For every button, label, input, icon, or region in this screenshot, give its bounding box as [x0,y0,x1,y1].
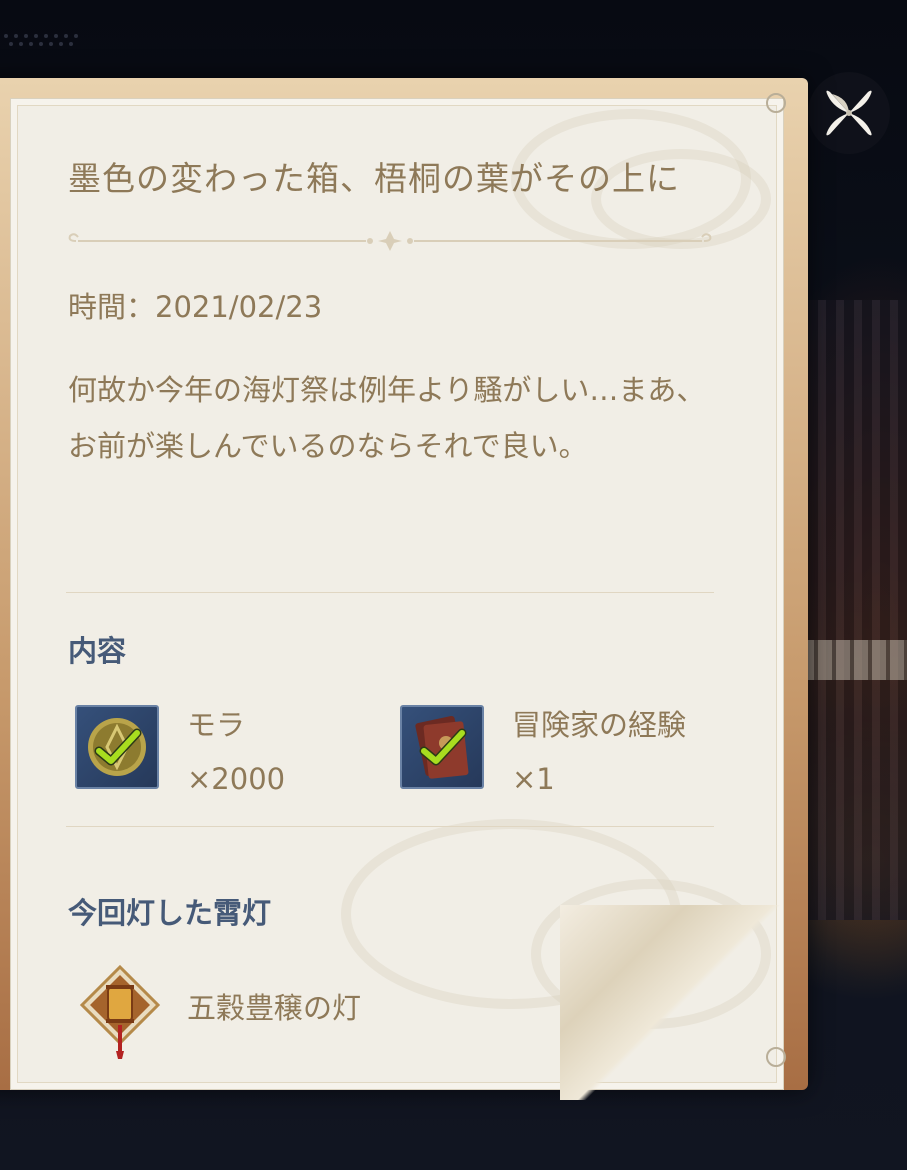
decorative-dots [4,34,78,46]
reward-quantity-adventure-exp: ×1 [512,762,555,796]
letter-message: 何故か今年の海灯祭は例年より騒がしい…まあ、お前が楽しんでいるのならそれで良い。 [68,373,706,463]
reward-item-mora[interactable] [75,705,159,789]
reward-name-mora: モラ [187,708,246,742]
close-icon [826,90,872,136]
title-divider-ornament [68,231,712,251]
corner-ornament [766,1047,786,1067]
reward-item-adventure-exp[interactable] [400,705,484,789]
reward-name-adventure-exp: 冒険家の経験 [512,708,687,742]
lantern-item[interactable] [78,964,162,1061]
lantern-heading: 今回灯した霄灯 [68,896,272,930]
section-divider [66,592,714,593]
letter-time: 時間：2021/02/23 [68,290,323,324]
letter-title: 墨色の変わった箱、梧桐の葉がその上に [68,159,680,198]
adventurers-experience-book-icon [415,715,469,779]
lantern-name: 五穀豊穣の灯 [187,991,362,1025]
reward-quantity-mora: ×2000 [187,762,286,796]
close-button[interactable] [808,72,890,154]
background-railing [800,640,907,680]
contents-heading: 内容 [68,634,127,668]
background-building [800,300,907,920]
xiao-lantern-icon [79,964,161,1059]
mora-coin-icon [88,718,146,776]
corner-ornament [766,93,786,113]
section-divider [66,826,714,827]
